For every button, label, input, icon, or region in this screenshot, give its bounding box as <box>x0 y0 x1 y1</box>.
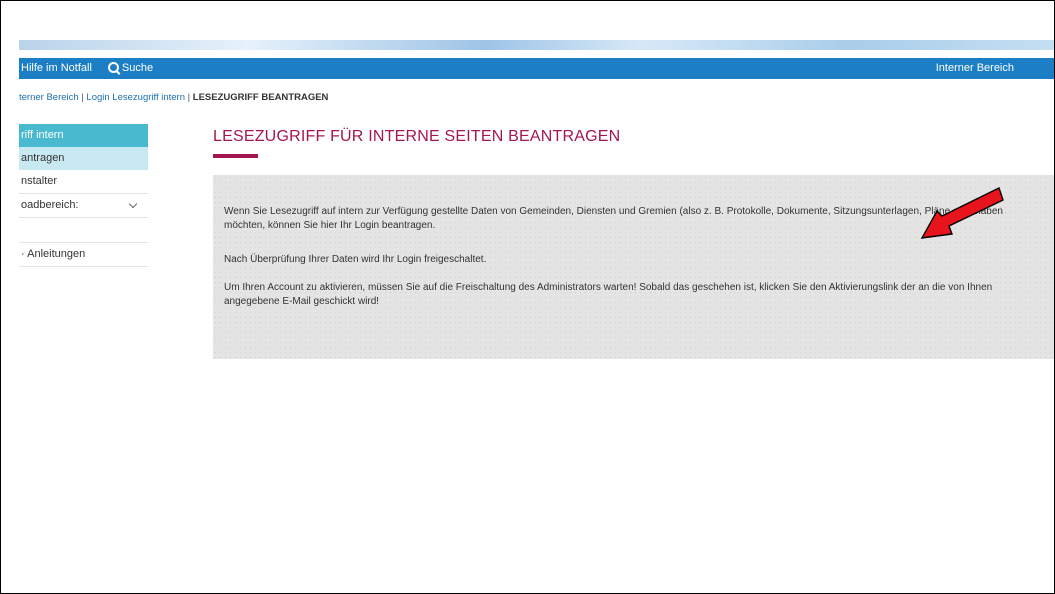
info-paragraph-verification: Nach Überprüfung Ihrer Daten wird Ihr Lo… <box>224 254 487 265</box>
sidebar-navigation: riff intern antragen nstalter oadbereich… <box>19 124 148 267</box>
top-navigation-left: Hilfe im Notfall Suche <box>21 58 153 79</box>
browser-viewport: Hilfe im Notfall Suche Interner Bereich … <box>0 0 1055 594</box>
search-icon <box>107 62 119 73</box>
sidebar-item-label: nstalter <box>21 175 58 187</box>
page-title: LESEZUGRIFF FÜR INTERNE SEITEN BEANTRAGE… <box>213 128 621 145</box>
breadcrumb: terner Bereich | Login Lesezugriff inter… <box>19 92 328 103</box>
sidebar-item-guides[interactable]: · Anleitungen <box>19 242 148 267</box>
red-annotation-arrow-icon <box>920 187 1004 239</box>
breadcrumb-separator: | <box>185 92 193 103</box>
search-link[interactable]: Suche <box>107 58 154 79</box>
breadcrumb-login-read-access[interactable]: Login Lesezugriff intern <box>86 92 185 103</box>
sidebar-item-request-access[interactable]: antragen <box>19 147 148 170</box>
internal-area-link[interactable]: Interner Bereich <box>936 58 1014 79</box>
sidebar-item-read-access-internal[interactable]: riff intern <box>19 124 148 147</box>
breadcrumb-current-page: LESEZUGRIFF BEANTRAGEN <box>192 92 329 103</box>
chevron-down-icon[interactable] <box>128 199 138 209</box>
sidebar-item-download-area[interactable]: oadbereich: <box>19 194 148 218</box>
sidebar-item-label: antragen <box>21 152 65 164</box>
sidebar-item-organizer[interactable]: nstalter <box>19 170 148 194</box>
sidebar-item-label: riff intern <box>21 129 64 141</box>
title-underline-divider <box>213 154 258 158</box>
sidebar-item-label: oadbereich: <box>21 199 79 211</box>
info-paragraph-activation: Um Ihren Account zu aktivieren, müssen S… <box>224 282 993 307</box>
top-navigation-bar: Hilfe im Notfall Suche Interner Bereich <box>19 58 1054 79</box>
sidebar-item-label: · Anleitungen <box>21 248 86 260</box>
search-label: Suche <box>121 62 154 74</box>
breadcrumb-internal-area[interactable]: terner Bereich <box>19 92 79 103</box>
header-banner-strip <box>19 40 1054 50</box>
emergency-help-link[interactable]: Hilfe im Notfall <box>21 58 92 79</box>
